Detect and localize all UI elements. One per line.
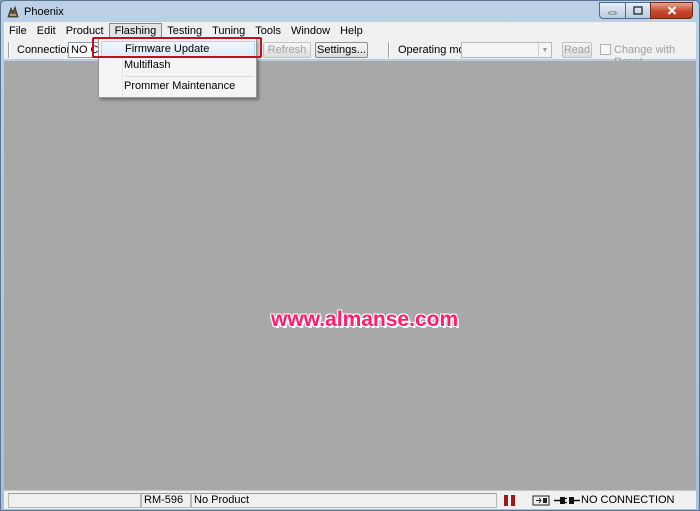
- menu-window[interactable]: Window: [286, 23, 335, 39]
- connection-status: NO CONNECTION: [581, 494, 675, 506]
- window-title: Phoenix: [24, 6, 64, 18]
- status-product-name: No Product: [191, 493, 497, 508]
- close-icon: [667, 6, 676, 15]
- title-bar[interactable]: Phoenix: [1, 1, 699, 22]
- read-button[interactable]: Read: [562, 42, 592, 58]
- mdi-workspace: www.almanse.com: [4, 61, 696, 490]
- menu-item-multiflash[interactable]: Multiflash: [101, 57, 255, 74]
- maximize-button[interactable]: [625, 2, 650, 19]
- settings-button[interactable]: Settings...: [315, 42, 368, 58]
- minimize-button[interactable]: [599, 2, 625, 19]
- menu-edit[interactable]: Edit: [32, 23, 61, 39]
- status-panel-empty: [8, 493, 141, 508]
- highlight-box: [92, 37, 262, 58]
- close-button[interactable]: [650, 2, 693, 19]
- chevron-down-icon: ▼: [538, 43, 551, 57]
- app-window: Phoenix File Edit Product Flashing Testi…: [0, 0, 700, 511]
- plug-disconnected-icon: [554, 497, 580, 504]
- menu-item-prommer-maintenance[interactable]: Prommer Maintenance: [101, 78, 255, 95]
- caption-buttons: [599, 2, 693, 19]
- change-with-reset-checkbox[interactable]: [600, 44, 611, 55]
- menu-help[interactable]: Help: [335, 23, 368, 39]
- minimize-icon: [608, 11, 617, 15]
- operating-mode-combo[interactable]: ▼: [461, 42, 552, 58]
- status-bar: RM-596 No Product NO CONNECTION: [4, 490, 696, 509]
- phoenix-app-icon: [7, 5, 19, 18]
- watermark-text: www.almanse.com: [271, 308, 459, 331]
- pause-icon: [504, 495, 515, 506]
- toolbar-grip: [8, 42, 10, 58]
- refresh-button[interactable]: Refresh: [263, 42, 311, 58]
- menu-separator: [125, 76, 253, 77]
- menu-file[interactable]: File: [4, 23, 32, 39]
- status-product-code: RM-596: [141, 493, 191, 508]
- connector-port-icon: [532, 495, 550, 506]
- toolbar-separator: [388, 42, 390, 58]
- maximize-icon: [633, 6, 643, 15]
